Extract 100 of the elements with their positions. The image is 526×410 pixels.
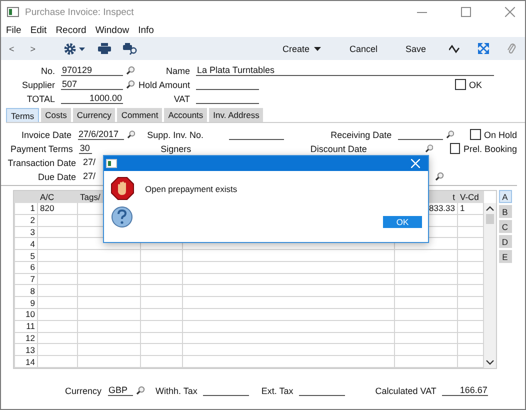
close-icon[interactable] — [505, 7, 515, 17]
maximize-icon[interactable] — [461, 7, 471, 17]
tab[interactable]: Costs — [41, 108, 71, 122]
app-icon — [7, 7, 19, 17]
row-number: 7 — [30, 274, 35, 284]
chevron-down-icon[interactable] — [486, 360, 494, 364]
column-header: V-Cd — [460, 192, 479, 202]
side-tab[interactable]: E — [498, 250, 512, 263]
checkbox[interactable] — [450, 143, 460, 154]
row-number: 10 — [26, 310, 35, 320]
row-number: 6 — [30, 262, 35, 272]
row-number: 8 — [30, 286, 35, 296]
table-cell: 1 — [460, 203, 465, 214]
checkbox[interactable] — [470, 129, 481, 140]
print-preview-icon[interactable] — [122, 42, 138, 54]
field-label: Discount Date — [309, 144, 368, 154]
input-field[interactable]: 970129 — [61, 65, 123, 76]
menu-item[interactable]: File — [6, 24, 22, 36]
back-button[interactable]: < — [7, 44, 16, 54]
field-label: Due Date — [36, 172, 77, 182]
field-label: Calculated VAT — [375, 386, 438, 396]
input-field[interactable]: 27/6/2017 — [78, 129, 124, 140]
pulse-icon[interactable] — [449, 44, 460, 54]
row-number: 3 — [30, 227, 35, 237]
field-label: TOTAL — [26, 94, 56, 104]
tab[interactable]: Currency — [72, 108, 116, 122]
field-label: Receiving Date — [330, 130, 393, 140]
search-icon[interactable] — [126, 66, 135, 75]
scroll-thumb[interactable] — [486, 214, 494, 224]
search-icon[interactable] — [435, 172, 444, 181]
expand-icon[interactable] — [478, 43, 489, 54]
row-number: 11 — [26, 321, 35, 332]
search-icon[interactable] — [136, 386, 145, 395]
search-icon[interactable] — [446, 130, 454, 139]
row-number: 5 — [30, 250, 35, 260]
column-header: A/C — [40, 192, 54, 202]
column-header: Tags/ — [80, 192, 100, 202]
save-button[interactable]: Save — [397, 44, 434, 54]
gear-icon[interactable] — [64, 42, 86, 54]
input-field[interactable]: 30 — [78, 143, 92, 154]
tab[interactable]: Inv. Address — [209, 108, 264, 122]
chevron-up-icon[interactable] — [486, 206, 494, 210]
menu-item[interactable]: Edit — [30, 24, 47, 36]
field-label: Ext. Tax — [261, 386, 294, 396]
row-number: 12 — [26, 333, 35, 343]
side-tab[interactable]: A — [498, 190, 512, 203]
stop-hand-icon — [111, 177, 134, 200]
checkbox[interactable] — [455, 79, 466, 90]
input-field[interactable]: GBP — [108, 385, 133, 396]
tab[interactable]: Terms — [6, 108, 40, 122]
tab[interactable]: Accounts — [164, 108, 208, 122]
input-field[interactable]: 166.67 — [442, 385, 488, 396]
menu-item[interactable]: Info — [138, 24, 154, 36]
field-label: Invoice Date — [20, 130, 72, 140]
paperclip-icon[interactable] — [507, 42, 516, 55]
tab[interactable]: Comment — [117, 108, 162, 122]
row-number: 14 — [26, 356, 35, 367]
table-cell: 820 — [40, 203, 54, 214]
input-field[interactable]: La Plata Turntables — [196, 65, 494, 76]
field-label: Signers — [160, 144, 192, 154]
ok-button[interactable]: OK — [383, 216, 422, 228]
column-header: t — [452, 192, 455, 202]
side-tab[interactable]: B — [498, 205, 512, 218]
checkbox-label: OK — [469, 80, 482, 90]
field-label: Name — [164, 66, 191, 76]
row-number: 2 — [30, 215, 35, 226]
field-label: Supplier — [20, 80, 56, 90]
side-tab[interactable]: C — [498, 220, 512, 233]
field-label: Payment Terms — [10, 144, 74, 154]
question-icon — [111, 206, 133, 228]
field-label: Supp. Inv. No. — [146, 130, 204, 140]
field-label: Withh. Tax — [156, 386, 198, 396]
caret-icon — [314, 46, 322, 50]
menu-item[interactable]: Record — [56, 24, 86, 36]
search-icon[interactable] — [126, 130, 136, 139]
checkbox-label: Prel. Booking — [463, 144, 517, 154]
table-cell: 833.33 — [429, 203, 455, 214]
input-field[interactable]: 27/ — [82, 157, 98, 168]
app-icon — [106, 159, 117, 168]
checkbox-label: On Hold — [484, 130, 517, 140]
row-number: 1 — [30, 203, 35, 214]
search-icon[interactable] — [424, 144, 434, 153]
field-label: VAT — [172, 94, 191, 104]
input-field[interactable]: 27/ — [82, 171, 98, 182]
field-label: No. — [40, 66, 56, 76]
scrollbar[interactable] — [484, 202, 496, 368]
row-number: 4 — [30, 238, 35, 249]
cancel-button[interactable]: Cancel — [341, 44, 386, 54]
input-field[interactable]: 1000.00 — [61, 93, 123, 104]
menu-item[interactable]: Window — [95, 24, 130, 36]
forward-button[interactable]: > — [28, 44, 38, 54]
dialog-message: Open prepayment exists — [145, 184, 238, 194]
side-tab[interactable]: D — [498, 235, 512, 248]
field-label: Hold Amount — [138, 80, 191, 90]
create-button[interactable]: Create — [274, 44, 330, 54]
printer-icon[interactable] — [98, 43, 111, 54]
search-icon[interactable] — [126, 80, 135, 89]
input-field[interactable]: 507 — [61, 79, 123, 90]
field-label: Transaction Date — [6, 158, 77, 168]
row-number: 13 — [26, 344, 35, 355]
